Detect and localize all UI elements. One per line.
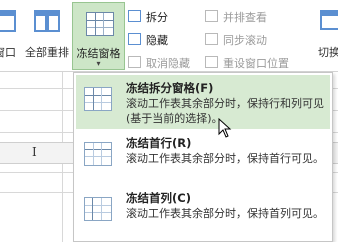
freeze-panes-button[interactable]: 冻结窗格 ▾ — [72, 2, 125, 70]
hide-label: 隐藏 — [146, 34, 168, 47]
reset-window-position-button[interactable]: 重设窗口位置 — [205, 56, 289, 72]
arrange-all-icon — [34, 10, 60, 32]
reset-position-icon — [205, 56, 218, 68]
freeze-top-row-icon — [84, 142, 112, 166]
view-side-by-side-label: 并排查看 — [223, 11, 267, 24]
side-by-side-icon — [205, 10, 218, 22]
menu-item-freeze-first-column[interactable]: 冻结首列(C) 滚动工作表其余部分时，保持首列可见。 — [76, 185, 330, 239]
dropdown-arrow-icon: ▾ — [96, 59, 101, 68]
hide-icon — [128, 33, 141, 45]
sync-scroll-button[interactable]: 同步滚动 — [205, 33, 267, 49]
unhide-button[interactable]: 取消隐藏 — [128, 56, 190, 72]
sync-scroll-icon — [205, 33, 218, 45]
sync-scroll-label: 同步滚动 — [223, 34, 267, 47]
menu-item-freeze-top-row[interactable]: 冻结首行(R) 滚动工作表其余部分时，保持首行可见。 — [76, 130, 330, 184]
freeze-panes-menu: 冻结拆分窗格(F) 滚动工作表其余部分时，保持行和列可见(基于当前的选择)。 冻… — [73, 72, 333, 242]
menu-item-title: 冻结首列(C) — [126, 191, 191, 205]
freeze-first-column-icon — [84, 197, 112, 221]
new-window-label: 窗口 — [0, 46, 16, 59]
new-window-button[interactable]: 窗口 — [0, 2, 22, 68]
menu-item-title: 冻结拆分窗格(F) — [126, 81, 214, 95]
split-button[interactable]: 拆分 — [128, 10, 168, 26]
ribbon: 窗口 全部重排 冻结窗格 ▾ 拆分 隐藏 取消隐藏 并排查看 同步滚动 重设 — [0, 0, 338, 72]
column-header-left: I — [32, 145, 37, 159]
switch-windows-icon — [320, 10, 338, 32]
mouse-cursor-icon — [218, 118, 232, 138]
split-label: 拆分 — [146, 11, 168, 24]
view-side-by-side-button[interactable]: 并排查看 — [205, 10, 267, 26]
unhide-label: 取消隐藏 — [146, 57, 190, 70]
hide-button[interactable]: 隐藏 — [128, 33, 168, 49]
arrange-all-button[interactable]: 全部重排 — [22, 2, 72, 68]
reset-position-label: 重设窗口位置 — [223, 57, 289, 70]
unhide-icon — [128, 56, 141, 68]
switch-windows-button[interactable]: 切换 — [314, 2, 338, 68]
menu-item-description: 滚动工作表其余部分时，保持首列可见。 — [126, 207, 324, 220]
split-icon — [128, 10, 141, 22]
switch-windows-label: 切换 — [318, 46, 338, 59]
freeze-panes-icon — [86, 12, 114, 36]
arrange-all-label: 全部重排 — [25, 46, 69, 59]
new-window-icon — [0, 10, 16, 32]
menu-item-freeze-panes[interactable]: 冻结拆分窗格(F) 滚动工作表其余部分时，保持行和列可见(基于当前的选择)。 — [76, 75, 330, 129]
menu-item-title: 冻结首行(R) — [126, 136, 192, 150]
freeze-panes-icon — [84, 87, 112, 111]
menu-item-description: 滚动工作表其余部分时，保持首行可见。 — [126, 152, 324, 165]
